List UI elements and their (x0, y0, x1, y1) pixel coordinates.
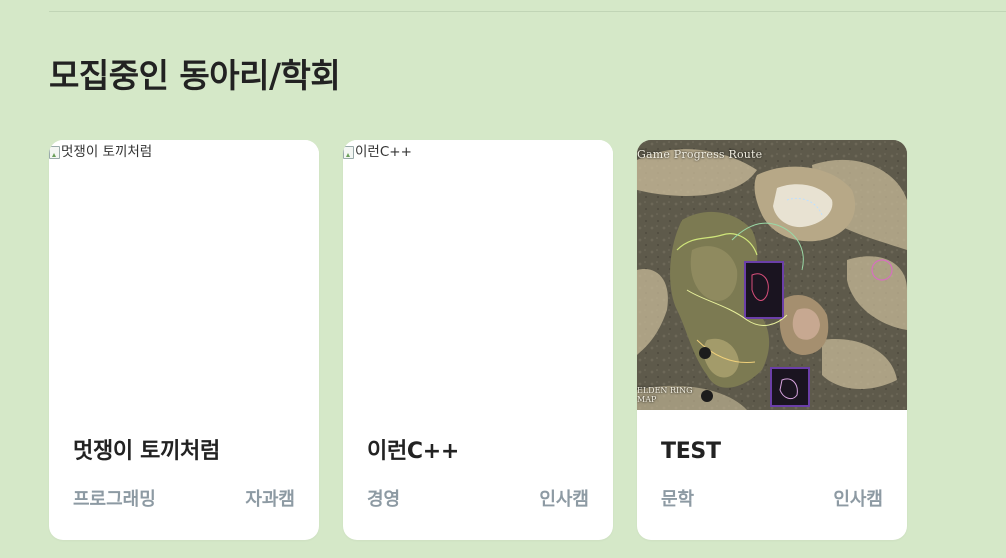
club-campus: 인사캠 (539, 489, 589, 510)
page-title: 모집중인 동아리/학회 (49, 56, 341, 95)
club-campus: 자과캠 (245, 489, 295, 510)
broken-image-icon (343, 145, 354, 159)
club-card[interactable]: 이런C++ 이런C++ 경영 인사캠 (343, 140, 613, 540)
map-illustration (637, 140, 907, 410)
club-name: TEST (661, 439, 721, 464)
club-category: 문학 (661, 489, 695, 510)
club-image-alt-text: 이런C++ (355, 144, 412, 160)
club-category: 프로그래밍 (73, 489, 156, 510)
top-divider (49, 11, 1006, 12)
club-image: 이런C++ (343, 140, 613, 410)
map-caption: Game Progress Route (637, 148, 763, 161)
club-image-alt: 이런C++ (343, 143, 412, 161)
broken-image-icon (49, 145, 60, 159)
map-legend: ELDEN RING MAP (637, 386, 693, 404)
club-campus: 인사캠 (833, 489, 883, 510)
club-card[interactable]: 멋쟁이 토끼처럼 멋쟁이 토끼처럼 프로그래밍 자과캠 (49, 140, 319, 540)
club-name: 멋쟁이 토끼처럼 (73, 439, 220, 464)
club-image-map: Game Progress Route ELDEN RING MAP (637, 140, 907, 410)
club-image-alt-text: 멋쟁이 토끼처럼 (61, 144, 153, 160)
club-card[interactable]: Game Progress Route ELDEN RING MAP TEST … (637, 140, 907, 540)
club-image-alt: 멋쟁이 토끼처럼 (49, 143, 152, 161)
club-image: 멋쟁이 토끼처럼 (49, 140, 319, 410)
club-name: 이런C++ (367, 439, 459, 464)
club-category: 경영 (367, 489, 401, 510)
